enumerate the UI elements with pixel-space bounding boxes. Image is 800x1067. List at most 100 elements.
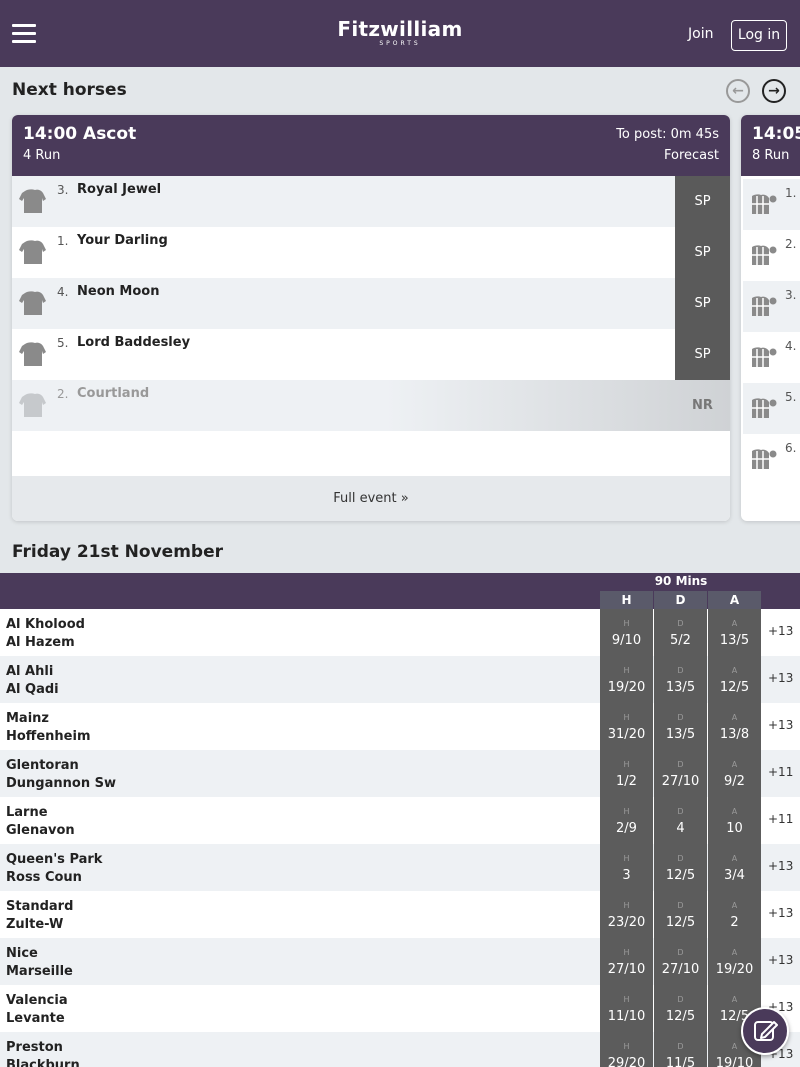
odds-button-a[interactable]: A 12/5	[708, 656, 761, 703]
match-row[interactable]: Al Ahli Al Qadi H 19/20 D 13/5 A 12/5 +13	[0, 656, 800, 703]
match-row[interactable]: Queen's Park Ross Coun H 3 D 12/5 A 3/4 +13	[0, 844, 800, 891]
odds-value: 13/5	[665, 680, 696, 695]
odds-button-d[interactable]: D 12/5	[654, 985, 707, 1032]
odds-button-a[interactable]: A 9/2	[708, 750, 761, 797]
odds-button-d[interactable]: D 12/5	[654, 844, 707, 891]
odds-label: A	[731, 713, 738, 722]
odds-label: A	[731, 901, 738, 910]
odds-button-d[interactable]: D 13/5	[654, 656, 707, 703]
odds-button-a[interactable]: A 10	[708, 797, 761, 844]
odds-button-d[interactable]: D4	[654, 797, 707, 844]
jockey-silk-icon	[747, 345, 777, 369]
runner-name: Your Darling	[77, 233, 168, 248]
market-name: 90 Mins	[654, 574, 708, 588]
bet-slip-edit-icon[interactable]	[741, 1007, 789, 1055]
odds-button-d[interactable]: D 12/5	[654, 891, 707, 938]
odds-button-d[interactable]: D 27/10	[654, 938, 707, 985]
odds-button-h[interactable]: H 23/20	[600, 891, 653, 938]
match-row[interactable]: Al Kholood Al Hazem H 9/10 D 5/2 A 13/5 +13	[0, 609, 800, 656]
odds-value: 29/20	[607, 1056, 646, 1067]
odds-value: 11/5	[665, 1056, 696, 1067]
odds-button-d[interactable]: D 13/5	[654, 703, 707, 750]
jockey-silk-icon	[18, 188, 46, 214]
odds-button-h[interactable]: H 9/10	[600, 609, 653, 656]
odds-button-d[interactable]: D 11/5	[654, 1032, 707, 1067]
race-card-2-header[interactable]: 14:05 8 Run	[741, 115, 800, 176]
more-markets-link[interactable]: +13	[768, 671, 793, 685]
odds-button-a[interactable]: A 3/4	[708, 844, 761, 891]
runner-row: 6.	[743, 434, 800, 485]
col-draw: D	[654, 591, 707, 609]
race-name: 14:00 Ascot	[23, 124, 137, 144]
join-link[interactable]: Join	[688, 26, 713, 42]
odds-value: 2/9	[616, 821, 637, 836]
odds-value: 5/2	[670, 633, 691, 648]
odds-label: D	[677, 713, 684, 722]
runner-row: 2.	[743, 230, 800, 281]
odds-button-h[interactable]: H 31/20	[600, 703, 653, 750]
login-button[interactable]: Log in	[731, 20, 787, 51]
more-markets-link[interactable]: +13	[768, 859, 793, 873]
price-button[interactable]: SP	[675, 278, 730, 329]
odds-button-h[interactable]: H3	[600, 844, 653, 891]
odds-button-h[interactable]: H 27/10	[600, 938, 653, 985]
more-markets-link[interactable]: +11	[768, 765, 793, 779]
odds-button-h[interactable]: H 11/10	[600, 985, 653, 1032]
more-markets-link[interactable]: +11	[768, 812, 793, 826]
previous-arrow-icon[interactable]: ←	[726, 79, 750, 103]
away-team: Dungannon Sw	[6, 776, 116, 791]
odds-value: 10	[726, 821, 743, 836]
odds-label: A	[731, 760, 738, 769]
more-markets-link[interactable]: +13	[768, 906, 793, 920]
price-button[interactable]: SP	[675, 227, 730, 278]
jockey-silk-icon	[18, 290, 46, 316]
runner-name: Lord Baddesley	[77, 335, 191, 350]
odds-value: 9/10	[611, 633, 642, 648]
odds-button-a[interactable]: A2	[708, 891, 761, 938]
away-team: Marseille	[6, 964, 73, 979]
runner-number: 1.	[785, 186, 797, 200]
odds-label: H	[623, 619, 630, 628]
away-team: Al Qadi	[6, 682, 59, 697]
more-markets-link[interactable]: +13	[768, 624, 793, 638]
full-event-link[interactable]: Full event »	[12, 476, 730, 521]
odds-value: 27/10	[607, 962, 646, 977]
odds-button-h[interactable]: H 2/9	[600, 797, 653, 844]
odds-button-h[interactable]: H 29/20	[600, 1032, 653, 1067]
odds-button-a[interactable]: A 13/8	[708, 703, 761, 750]
odds-value: 3/4	[724, 868, 745, 883]
race-card-header[interactable]: 14:00 Ascot 4 Run To post: 0m 45s Foreca…	[12, 115, 730, 176]
match-row[interactable]: Larne Glenavon H 2/9 D 4 A 10 +11	[0, 797, 800, 844]
odds-label: H	[623, 713, 630, 722]
forecast-link[interactable]: Forecast	[664, 148, 719, 163]
match-row[interactable]: Nice Marseille H 27/10 D 27/10 A 19/20 +13	[0, 938, 800, 985]
match-row[interactable]: Preston Blackburn H 29/20 D 11/5 A 19/10 +13	[0, 1032, 800, 1067]
match-row[interactable]: Glentoran Dungannon Sw H 1/2 D 27/10 A 9/2 +11	[0, 750, 800, 797]
price-button[interactable]: SP	[675, 329, 730, 380]
more-markets-link[interactable]: +13	[768, 718, 793, 732]
odds-button-d[interactable]: D 27/10	[654, 750, 707, 797]
race-card-2: 14:05 8 Run 1. 2. 3. 4. 5. 6.	[741, 115, 800, 521]
site-logo[interactable]: Fitzwilliam SPORTS	[0, 18, 800, 48]
match-row[interactable]: Standard Zulte-W H 23/20 D 12/5 A 2 +13	[0, 891, 800, 938]
odds-value: 13/5	[665, 727, 696, 742]
price-button[interactable]: SP	[675, 176, 730, 227]
match-row[interactable]: Mainz Hoffenheim H 31/20 D 13/5 A 13/8 +13	[0, 703, 800, 750]
runner-number: 4.	[785, 339, 797, 353]
away-team: Zulte-W	[6, 917, 64, 932]
market-header: 90 Mins H D A	[0, 573, 800, 609]
odds-label: D	[677, 995, 684, 1004]
odds-button-h[interactable]: H 19/20	[600, 656, 653, 703]
away-team: Hoffenheim	[6, 729, 91, 744]
odds-button-d[interactable]: D 5/2	[654, 609, 707, 656]
odds-button-h[interactable]: H 1/2	[600, 750, 653, 797]
odds-label: H	[623, 995, 630, 1004]
odds-value: 13/5	[719, 633, 750, 648]
more-markets-link[interactable]: +13	[768, 953, 793, 967]
match-row[interactable]: Valencia Levante H 11/10 D 12/5 A 12/5 +13	[0, 985, 800, 1032]
jockey-silk-icon	[747, 396, 777, 420]
home-team: Glentoran	[6, 758, 79, 773]
odds-button-a[interactable]: A 13/5	[708, 609, 761, 656]
next-arrow-icon[interactable]: →	[762, 79, 786, 103]
odds-button-a[interactable]: A 19/20	[708, 938, 761, 985]
